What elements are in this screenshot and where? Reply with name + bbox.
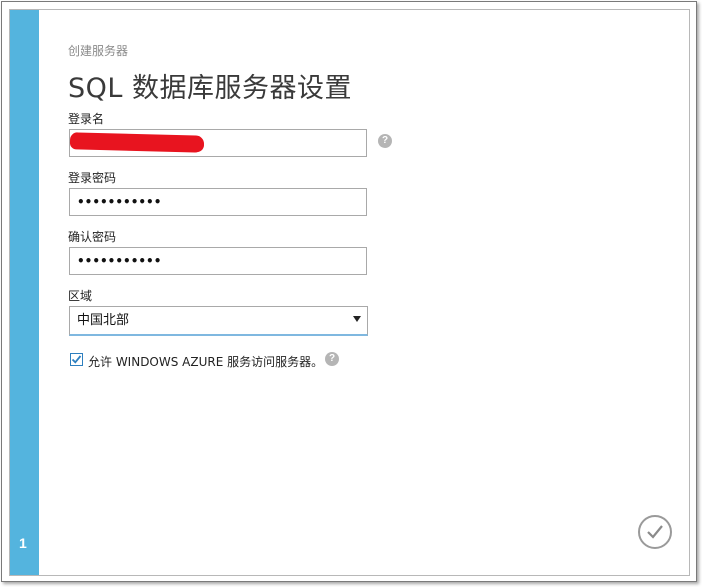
region-selected-value: 中国北部: [77, 313, 130, 328]
checkmark-icon: [71, 355, 82, 364]
step-number: 1: [19, 535, 27, 551]
dialog-frame: 1 创建服务器 SQL 数据库服务器设置 登录名 ? 登录密码 ••••••••…: [1, 1, 697, 582]
wizard-sidebar: 1: [10, 10, 39, 575]
region-label: 区域: [68, 289, 93, 303]
login-password-label: 登录密码: [68, 171, 117, 185]
redaction-mark-tail: [182, 138, 204, 152]
wizard-dialog: 1 创建服务器 SQL 数据库服务器设置 登录名 ? 登录密码 ••••••••…: [9, 9, 690, 576]
confirm-password-label: 确认密码: [68, 230, 117, 244]
triangle-down-icon: [353, 316, 361, 322]
allow-azure-label[interactable]: 允许 WINDOWS AZURE 服务访问服务器。: [88, 353, 323, 370]
region-select[interactable]: 中国北部: [69, 306, 368, 336]
page-title: SQL 数据库服务器设置: [68, 73, 353, 104]
allow-azure-checkbox[interactable]: [70, 353, 83, 366]
login-password-input[interactable]: •••••••••••: [69, 188, 367, 216]
login-name-input[interactable]: [69, 129, 367, 157]
login-name-label: 登录名: [68, 112, 105, 126]
confirm-password-input[interactable]: •••••••••••: [69, 247, 367, 275]
breadcrumb: 创建服务器: [68, 44, 129, 58]
help-icon[interactable]: ?: [325, 352, 339, 366]
confirm-button[interactable]: [638, 515, 672, 549]
help-icon[interactable]: ?: [378, 134, 392, 148]
checkmark-icon: [647, 525, 663, 539]
